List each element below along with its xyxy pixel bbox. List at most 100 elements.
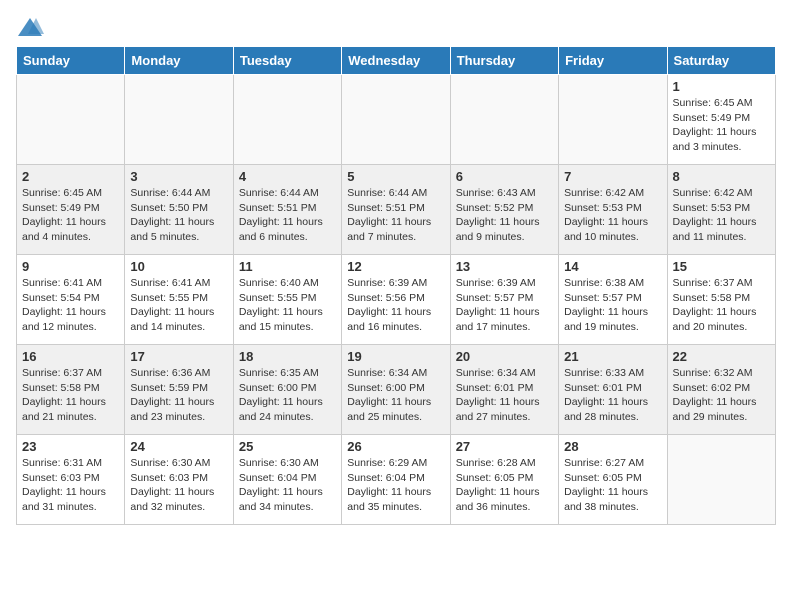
day-header-friday: Friday [559, 47, 667, 75]
calendar-cell [125, 75, 233, 165]
day-detail: Sunrise: 6:36 AM Sunset: 5:59 PM Dayligh… [130, 366, 227, 425]
calendar-cell: 27Sunrise: 6:28 AM Sunset: 6:05 PM Dayli… [450, 435, 558, 525]
day-detail: Sunrise: 6:39 AM Sunset: 5:56 PM Dayligh… [347, 276, 444, 335]
day-detail: Sunrise: 6:41 AM Sunset: 5:54 PM Dayligh… [22, 276, 119, 335]
calendar-week-0: 1 Sunrise: 6:45 AM Sunset: 5:49 PM Daylig… [17, 75, 776, 165]
day-number: 21 [564, 349, 661, 364]
day-number: 10 [130, 259, 227, 274]
calendar-cell: 28 Sunrise: 6:27 AM Sunset: 6:05 PM Dayli… [559, 435, 667, 525]
calendar-cell: 14Sunrise: 6:38 AM Sunset: 5:57 PM Dayli… [559, 255, 667, 345]
calendar-cell: 20 Sunrise: 6:34 AM Sunset: 6:01 PM Dayli… [450, 345, 558, 435]
calendar-week-3: 16Sunrise: 6:37 AM Sunset: 5:58 PM Dayli… [17, 345, 776, 435]
day-header-thursday: Thursday [450, 47, 558, 75]
calendar-cell: 7 Sunrise: 6:42 AM Sunset: 5:53 PM Daylig… [559, 165, 667, 255]
day-number: 2 [22, 169, 119, 184]
calendar-week-2: 9 Sunrise: 6:41 AM Sunset: 5:54 PM Daylig… [17, 255, 776, 345]
day-number: 9 [22, 259, 119, 274]
day-number: 12 [347, 259, 444, 274]
day-detail: Sunrise: 6:34 AM Sunset: 6:00 PM Dayligh… [347, 366, 444, 425]
day-detail: Sunrise: 6:28 AM Sunset: 6:05 PM Dayligh… [456, 456, 553, 515]
calendar-cell: 25 Sunrise: 6:30 AM Sunset: 6:04 PM Dayli… [233, 435, 341, 525]
calendar-cell: 9 Sunrise: 6:41 AM Sunset: 5:54 PM Daylig… [17, 255, 125, 345]
day-header-monday: Monday [125, 47, 233, 75]
calendar-cell: 4 Sunrise: 6:44 AM Sunset: 5:51 PM Daylig… [233, 165, 341, 255]
calendar-cell: 1 Sunrise: 6:45 AM Sunset: 5:49 PM Daylig… [667, 75, 775, 165]
day-number: 17 [130, 349, 227, 364]
day-number: 19 [347, 349, 444, 364]
day-detail: Sunrise: 6:33 AM Sunset: 6:01 PM Dayligh… [564, 366, 661, 425]
calendar-header-row: SundayMondayTuesdayWednesdayThursdayFrid… [17, 47, 776, 75]
calendar-week-1: 2 Sunrise: 6:45 AM Sunset: 5:49 PM Daylig… [17, 165, 776, 255]
day-header-wednesday: Wednesday [342, 47, 450, 75]
calendar-cell: 19 Sunrise: 6:34 AM Sunset: 6:00 PM Dayli… [342, 345, 450, 435]
calendar-cell [559, 75, 667, 165]
day-detail: Sunrise: 6:37 AM Sunset: 5:58 PM Dayligh… [22, 366, 119, 425]
day-detail: Sunrise: 6:40 AM Sunset: 5:55 PM Dayligh… [239, 276, 336, 335]
calendar-cell [342, 75, 450, 165]
day-detail: Sunrise: 6:29 AM Sunset: 6:04 PM Dayligh… [347, 456, 444, 515]
calendar-cell: 6 Sunrise: 6:43 AM Sunset: 5:52 PM Daylig… [450, 165, 558, 255]
calendar-table: SundayMondayTuesdayWednesdayThursdayFrid… [16, 46, 776, 525]
day-number: 3 [130, 169, 227, 184]
day-detail: Sunrise: 6:27 AM Sunset: 6:05 PM Dayligh… [564, 456, 661, 515]
day-number: 7 [564, 169, 661, 184]
day-detail: Sunrise: 6:39 AM Sunset: 5:57 PM Dayligh… [456, 276, 553, 335]
day-number: 18 [239, 349, 336, 364]
day-number: 13 [456, 259, 553, 274]
day-number: 26 [347, 439, 444, 454]
calendar-cell: 12 Sunrise: 6:39 AM Sunset: 5:56 PM Dayli… [342, 255, 450, 345]
day-number: 24 [130, 439, 227, 454]
day-detail: Sunrise: 6:30 AM Sunset: 6:03 PM Dayligh… [130, 456, 227, 515]
logo [16, 16, 48, 38]
calendar-cell [667, 435, 775, 525]
day-number: 8 [673, 169, 770, 184]
calendar-cell: 15 Sunrise: 6:37 AM Sunset: 5:58 PM Dayli… [667, 255, 775, 345]
day-detail: Sunrise: 6:38 AM Sunset: 5:57 PM Dayligh… [564, 276, 661, 335]
day-detail: Sunrise: 6:42 AM Sunset: 5:53 PM Dayligh… [564, 186, 661, 245]
calendar-cell: 2 Sunrise: 6:45 AM Sunset: 5:49 PM Daylig… [17, 165, 125, 255]
calendar-cell: 17 Sunrise: 6:36 AM Sunset: 5:59 PM Dayli… [125, 345, 233, 435]
day-number: 20 [456, 349, 553, 364]
calendar-cell: 5 Sunrise: 6:44 AM Sunset: 5:51 PM Daylig… [342, 165, 450, 255]
calendar-cell: 18 Sunrise: 6:35 AM Sunset: 6:00 PM Dayli… [233, 345, 341, 435]
day-detail: Sunrise: 6:44 AM Sunset: 5:51 PM Dayligh… [239, 186, 336, 245]
calendar-cell: 26 Sunrise: 6:29 AM Sunset: 6:04 PM Dayli… [342, 435, 450, 525]
day-detail: Sunrise: 6:42 AM Sunset: 5:53 PM Dayligh… [673, 186, 770, 245]
day-detail: Sunrise: 6:44 AM Sunset: 5:51 PM Dayligh… [347, 186, 444, 245]
day-header-saturday: Saturday [667, 47, 775, 75]
day-number: 28 [564, 439, 661, 454]
calendar-cell [450, 75, 558, 165]
day-detail: Sunrise: 6:32 AM Sunset: 6:02 PM Dayligh… [673, 366, 770, 425]
day-detail: Sunrise: 6:45 AM Sunset: 5:49 PM Dayligh… [22, 186, 119, 245]
calendar-cell: 22 Sunrise: 6:32 AM Sunset: 6:02 PM Dayli… [667, 345, 775, 435]
calendar-week-4: 23 Sunrise: 6:31 AM Sunset: 6:03 PM Dayli… [17, 435, 776, 525]
calendar-cell: 11Sunrise: 6:40 AM Sunset: 5:55 PM Dayli… [233, 255, 341, 345]
calendar-cell: 23 Sunrise: 6:31 AM Sunset: 6:03 PM Dayli… [17, 435, 125, 525]
day-number: 22 [673, 349, 770, 364]
day-detail: Sunrise: 6:31 AM Sunset: 6:03 PM Dayligh… [22, 456, 119, 515]
calendar-cell: 13 Sunrise: 6:39 AM Sunset: 5:57 PM Dayli… [450, 255, 558, 345]
day-number: 1 [673, 79, 770, 94]
calendar-cell: 21 Sunrise: 6:33 AM Sunset: 6:01 PM Dayli… [559, 345, 667, 435]
calendar-cell: 16Sunrise: 6:37 AM Sunset: 5:58 PM Dayli… [17, 345, 125, 435]
day-number: 25 [239, 439, 336, 454]
day-number: 15 [673, 259, 770, 274]
calendar-cell: 24 Sunrise: 6:30 AM Sunset: 6:03 PM Dayli… [125, 435, 233, 525]
day-number: 5 [347, 169, 444, 184]
day-detail: Sunrise: 6:30 AM Sunset: 6:04 PM Dayligh… [239, 456, 336, 515]
day-header-sunday: Sunday [17, 47, 125, 75]
day-detail: Sunrise: 6:43 AM Sunset: 5:52 PM Dayligh… [456, 186, 553, 245]
day-detail: Sunrise: 6:37 AM Sunset: 5:58 PM Dayligh… [673, 276, 770, 335]
calendar-cell [233, 75, 341, 165]
calendar-cell: 3 Sunrise: 6:44 AM Sunset: 5:50 PM Daylig… [125, 165, 233, 255]
day-detail: Sunrise: 6:45 AM Sunset: 5:49 PM Dayligh… [673, 96, 770, 155]
day-number: 4 [239, 169, 336, 184]
day-number: 6 [456, 169, 553, 184]
calendar-cell: 10Sunrise: 6:41 AM Sunset: 5:55 PM Dayli… [125, 255, 233, 345]
day-detail: Sunrise: 6:34 AM Sunset: 6:01 PM Dayligh… [456, 366, 553, 425]
logo-icon [16, 16, 44, 38]
day-number: 23 [22, 439, 119, 454]
page-header [16, 16, 776, 38]
day-detail: Sunrise: 6:35 AM Sunset: 6:00 PM Dayligh… [239, 366, 336, 425]
day-detail: Sunrise: 6:44 AM Sunset: 5:50 PM Dayligh… [130, 186, 227, 245]
